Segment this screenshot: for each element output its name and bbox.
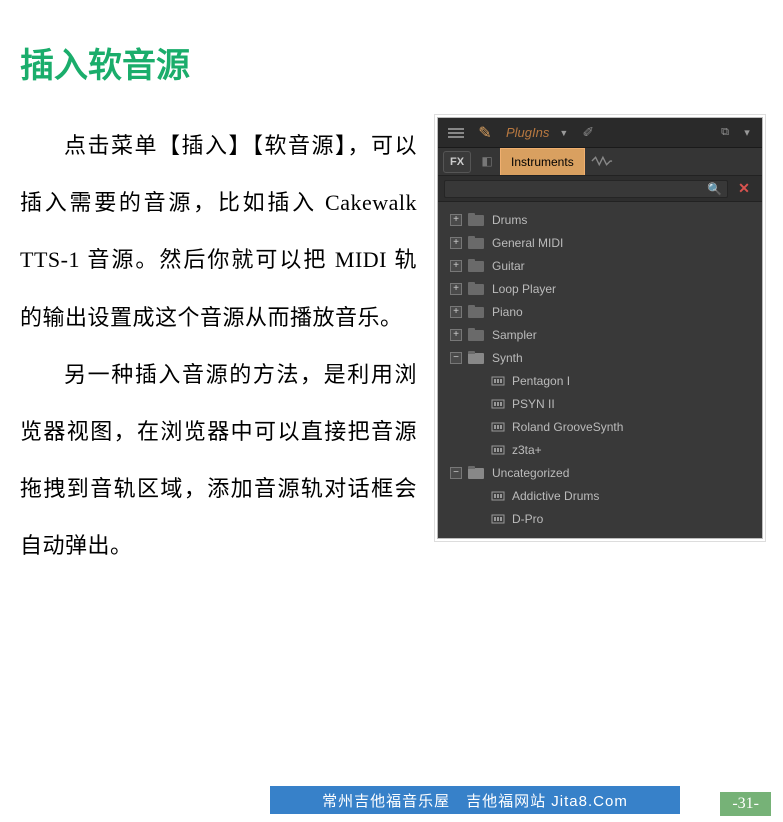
- tree-folder[interactable]: + Drums: [442, 208, 758, 231]
- tree-plugin[interactable]: z3ta+: [442, 438, 758, 461]
- tree-label: D-Pro: [512, 512, 543, 526]
- expand-icon[interactable]: ▾: [736, 126, 758, 139]
- expand-toggle[interactable]: +: [450, 283, 462, 295]
- plugin-icon: [490, 443, 506, 457]
- footer-bar: 常州吉他福音乐屋 吉他福网站 Jita8.Com: [270, 786, 680, 814]
- page-title: 插入软音源: [0, 0, 783, 87]
- tree-folder[interactable]: + Sampler: [442, 323, 758, 346]
- folder-icon: [468, 305, 486, 319]
- browser-titlebar: ✎ PlugIns ▼ ✐ ⧉ ▾: [438, 118, 762, 148]
- plugins-browser-screenshot: ✎ PlugIns ▼ ✐ ⧉ ▾ FX ◧ Instruments 🔍 ✕ +: [437, 117, 763, 539]
- folder-icon: [468, 213, 486, 227]
- page-number: -31-: [720, 792, 771, 816]
- brush-icon[interactable]: ✎: [470, 123, 500, 143]
- plugin-icon: [490, 397, 506, 411]
- tree-label: PSYN II: [512, 397, 555, 411]
- folder-icon: [468, 282, 486, 296]
- dropdown-arrow-icon[interactable]: ▼: [559, 128, 568, 138]
- folder-icon: [468, 328, 486, 342]
- folder-open-icon: [468, 351, 486, 365]
- browser-tabs: FX ◧ Instruments: [438, 148, 762, 176]
- plugin-icon: [490, 512, 506, 526]
- folder-icon: [468, 259, 486, 273]
- tree-folder[interactable]: + Guitar: [442, 254, 758, 277]
- page-footer: 常州吉他福音乐屋 吉他福网站 Jita8.Com -31-: [0, 786, 783, 816]
- tab-instruments[interactable]: Instruments: [500, 148, 585, 175]
- search-icon: 🔍: [707, 182, 722, 196]
- tab-preset[interactable]: ◧: [474, 148, 500, 175]
- dock-icon[interactable]: ⧉: [714, 126, 736, 139]
- expand-toggle[interactable]: −: [450, 467, 462, 479]
- tree-label: Piano: [492, 305, 523, 319]
- folder-open-icon: [468, 466, 486, 480]
- tree-label: Roland GrooveSynth: [512, 420, 623, 434]
- folder-icon: [468, 236, 486, 250]
- clear-search-button[interactable]: ✕: [732, 180, 756, 197]
- tree-label: Guitar: [492, 259, 525, 273]
- tree-plugin[interactable]: Roland GrooveSynth: [442, 415, 758, 438]
- tree-plugin[interactable]: Addictive Drums: [442, 484, 758, 507]
- titlebar-label: PlugIns: [500, 125, 555, 140]
- plugin-icon: [490, 374, 506, 388]
- plugin-tree: + Drums + General MIDI + Guitar + Loop P…: [438, 202, 762, 538]
- tree-label: Pentagon I: [512, 374, 570, 388]
- tree-plugin[interactable]: PSYN II: [442, 392, 758, 415]
- search-bar: 🔍 ✕: [438, 176, 762, 202]
- menu-icon[interactable]: [448, 126, 464, 140]
- plugin-icon: [490, 420, 506, 434]
- expand-toggle[interactable]: +: [450, 237, 462, 249]
- expand-toggle[interactable]: +: [450, 329, 462, 341]
- tree-folder[interactable]: + Loop Player: [442, 277, 758, 300]
- search-input[interactable]: 🔍: [444, 180, 728, 198]
- tree-label: z3ta+: [512, 443, 542, 457]
- expand-toggle[interactable]: +: [450, 306, 462, 318]
- tree-label: Drums: [492, 213, 527, 227]
- tree-label: Addictive Drums: [512, 489, 599, 503]
- tree-folder[interactable]: + General MIDI: [442, 231, 758, 254]
- tree-label: Uncategorized: [492, 466, 569, 480]
- tree-label: Synth: [492, 351, 523, 365]
- tree-plugin[interactable]: D-Pro: [442, 507, 758, 530]
- expand-toggle[interactable]: +: [450, 214, 462, 226]
- tree-folder[interactable]: − Uncategorized: [442, 461, 758, 484]
- plugin-icon: [490, 489, 506, 503]
- expand-toggle[interactable]: −: [450, 352, 462, 364]
- edit-icon[interactable]: ✐: [574, 124, 602, 141]
- tree-label: Sampler: [492, 328, 537, 342]
- tree-folder[interactable]: − Synth: [442, 346, 758, 369]
- tree-folder[interactable]: + Piano: [442, 300, 758, 323]
- tree-plugin[interactable]: Pentagon I: [442, 369, 758, 392]
- tree-label: Loop Player: [492, 282, 556, 296]
- tab-fx[interactable]: FX: [443, 151, 471, 173]
- tree-label: General MIDI: [492, 236, 563, 250]
- expand-toggle[interactable]: +: [450, 260, 462, 272]
- tab-rewire[interactable]: [585, 148, 619, 175]
